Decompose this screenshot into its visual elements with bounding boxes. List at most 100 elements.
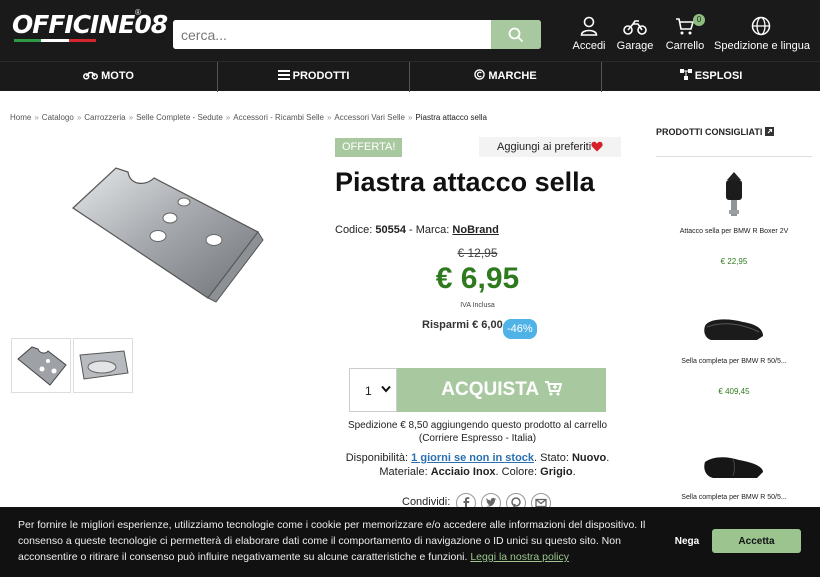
product-image[interactable]	[58, 150, 268, 310]
product-code: 50554	[375, 224, 406, 236]
italian-flag-stripe	[14, 39, 96, 42]
nav-prodotti[interactable]: PRODOTTI	[218, 62, 409, 92]
list-icon	[277, 70, 290, 80]
chevron-down-icon	[381, 385, 391, 393]
quantity-select[interactable]: 1	[349, 368, 397, 412]
availability-info: Disponibilità: 1 giorni se non in stock.…	[345, 452, 610, 478]
cart-label: Carrello	[665, 40, 705, 52]
breadcrumb-carrozzeria[interactable]: Carrozzeria	[84, 113, 125, 122]
status-label: . Stato:	[534, 452, 569, 464]
shipping-language-link[interactable]: Spedizione e lingua	[714, 16, 811, 52]
garage-link[interactable]: Garage	[616, 16, 654, 52]
thumbnail-2[interactable]	[73, 338, 133, 393]
motorcycle-icon	[623, 20, 647, 35]
recommended-item-name: Sella completa per BMW R 50/5...	[681, 358, 787, 365]
garage-label: Garage	[616, 40, 654, 52]
sidebar-divider	[656, 156, 812, 157]
logo-registered-mark: ®	[135, 8, 141, 17]
deny-button[interactable]: Nega	[664, 529, 710, 553]
breadcrumb-current: Piastra attacco sella	[415, 113, 487, 122]
savings-text: Risparmi € 6,00	[422, 319, 503, 331]
offer-badge: OFFERTA!	[335, 138, 403, 157]
motorcycle-icon	[83, 71, 99, 80]
top-header: OFFICINE08 ® Accedi Garage	[0, 0, 820, 61]
cart-icon	[676, 18, 695, 35]
cookie-message: Per fornire le migliori esperienze, util…	[18, 517, 658, 565]
cart-plus-icon	[544, 381, 563, 396]
account-label: Accedi	[572, 40, 606, 52]
nav-marche[interactable]: MARCHE	[410, 62, 601, 92]
buy-button[interactable]: ACQUISTA	[397, 368, 606, 412]
accept-button[interactable]: Accetta	[712, 529, 801, 553]
color-value: Grigio	[540, 466, 573, 478]
material-label: Materiale:	[379, 466, 428, 478]
globe-icon	[751, 16, 771, 36]
breadcrumb-separator: »	[326, 113, 332, 122]
old-price: € 12,95	[457, 246, 498, 260]
recommended-item[interactable]: Sella completa per BMW R 50/5... € 409,4…	[656, 310, 812, 396]
quantity-value: 1	[365, 384, 372, 398]
shipping-line-1: Spedizione € 8,50 aggiungendo questo pro…	[347, 420, 608, 431]
cookie-policy-link[interactable]: Leggi la nostra policy	[470, 551, 569, 563]
recommended-item[interactable]: Attacco sella per BMW R Boxer 2V € 22,95	[656, 166, 812, 266]
seat-mount-image	[726, 172, 742, 216]
breadcrumb-accessori-vari[interactable]: Accessori Vari Selle	[334, 113, 405, 122]
user-icon	[580, 16, 598, 36]
cart-link[interactable]: 0 Carrello	[665, 14, 705, 52]
seat-image	[704, 457, 763, 478]
thumbnail-1[interactable]	[11, 338, 71, 393]
breadcrumb-separator: »	[128, 113, 134, 122]
current-price: € 6,95	[435, 262, 520, 295]
logo-text: OFFICINE08	[12, 10, 168, 39]
seat-image	[704, 319, 763, 340]
recommended-label: PRODOTTI CONSIGLIATI	[656, 127, 763, 137]
breadcrumb-selle-complete[interactable]: Selle Complete - Sedute	[136, 113, 223, 122]
diagram-icon	[679, 69, 692, 80]
search-input[interactable]	[173, 20, 491, 49]
brand-link[interactable]: NoBrand	[452, 224, 498, 236]
favorites-label: Aggiungi ai preferiti	[497, 141, 592, 153]
main-nav: MOTO PRODOTTI MARCHE ESPLOSI	[0, 61, 820, 92]
color-label: . Colore:	[495, 466, 538, 478]
external-link-icon	[764, 127, 774, 136]
breadcrumb-home[interactable]: Home	[10, 113, 31, 122]
status-value: Nuovo	[571, 452, 607, 464]
breadcrumb-separator: »	[407, 113, 413, 122]
nav-moto-label: MOTO	[101, 70, 134, 82]
nav-esplosi[interactable]: ESPLOSI	[602, 62, 820, 92]
product-code-line: Codice: 50554 - Marca: NoBrand	[335, 224, 499, 236]
discount-badge: -46%	[503, 319, 537, 339]
breadcrumb-separator: »	[225, 113, 231, 122]
recommended-item[interactable]: Sella completa per BMW R 50/5...	[656, 450, 812, 501]
cookie-banner: Per fornire le migliori esperienze, util…	[0, 507, 820, 577]
recommended-item-name: Attacco sella per BMW R Boxer 2V	[679, 228, 789, 235]
breadcrumb-catalogo[interactable]: Catalogo	[42, 113, 74, 122]
breadcrumb: Home» Catalogo» Carrozzeria» Selle Complete…	[10, 113, 487, 122]
shipping-line-2: (Corriere Espresso - Italia)	[418, 433, 537, 444]
code-label: Codice:	[335, 224, 373, 236]
brand-label: - Marca:	[409, 224, 450, 236]
breadcrumb-separator: »	[76, 113, 82, 122]
nav-prodotti-label: PRODOTTI	[292, 70, 350, 82]
nav-esplosi-label: ESPLOSI	[694, 70, 743, 82]
availability-link[interactable]: 1 giorni se non in stock	[411, 452, 534, 464]
shipping-info: Spedizione € 8,50 aggiungendo questo pro…	[335, 419, 620, 445]
thumbnail-plate-side-image	[79, 350, 129, 380]
recommended-item-price: € 409,45	[718, 387, 750, 396]
breadcrumb-accessori-ricambi[interactable]: Accessori - Ricambi Selle	[233, 113, 324, 122]
nav-moto[interactable]: MOTO	[0, 62, 217, 92]
heart-icon	[591, 141, 603, 152]
site-logo[interactable]: OFFICINE08 ®	[12, 8, 168, 44]
cart-count-badge: 0	[693, 14, 705, 26]
recommended-item-price: € 22,95	[720, 257, 748, 266]
search-icon	[508, 27, 524, 42]
search-button[interactable]	[491, 20, 541, 49]
recommended-title: PRODOTTI CONSIGLIATI	[656, 127, 774, 137]
add-to-favorites-button[interactable]: Aggiungi ai preferiti	[479, 137, 621, 157]
search-bar	[173, 20, 541, 49]
shipping-language-label: Spedizione e lingua	[714, 40, 811, 52]
thumbnail-plate-image	[17, 346, 67, 386]
product-title: Piastra attacco sella	[335, 167, 595, 197]
account-link[interactable]: Accedi	[570, 16, 608, 52]
vat-note: IVA Inclusa	[460, 302, 495, 309]
